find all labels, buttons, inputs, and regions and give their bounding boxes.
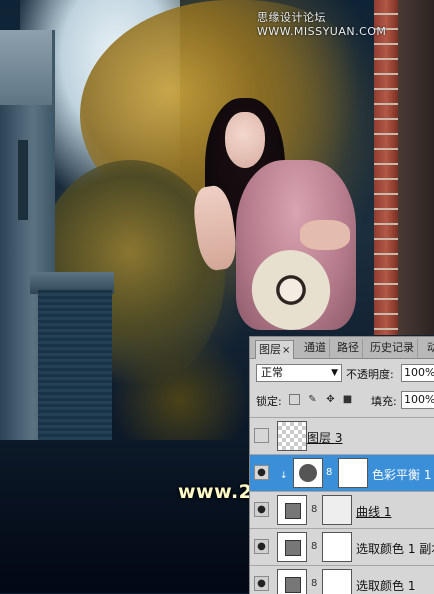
blend-opacity-row: 正常 ▼ 不透明度: 100%: [250, 361, 434, 385]
tab-actions[interactable]: 动: [424, 339, 434, 358]
blend-mode-select[interactable]: 正常 ▼: [256, 364, 342, 382]
layer-row[interactable]: ● 8 曲线 1: [250, 491, 434, 528]
tab-history[interactable]: 历史记录: [367, 339, 418, 358]
selective-color-icon: [285, 577, 301, 593]
tab-paths-label: 路径: [337, 341, 359, 354]
tab-actions-label: 动: [427, 341, 434, 354]
layer-row[interactable]: ● 8 选取颜色 1 副本: [250, 528, 434, 565]
tab-paths[interactable]: 路径: [334, 339, 363, 358]
layer-name: 选取颜色 1 副本: [356, 542, 434, 556]
eye-icon[interactable]: ●: [254, 576, 269, 591]
layer-row[interactable]: 图层 3: [250, 417, 434, 454]
selective-color-thumbnail: [277, 532, 307, 562]
lock-transparent-icon[interactable]: [289, 394, 300, 405]
layer-name: 图层 3: [307, 431, 343, 445]
layer-name: 曲线 1: [356, 505, 392, 519]
curves-thumbnail: [277, 495, 307, 525]
layer-row-selected[interactable]: ● ↓ 8 色彩平衡 1: [250, 454, 434, 491]
layer-name: 色彩平衡 1: [372, 468, 432, 482]
opacity-input[interactable]: 100%: [401, 364, 434, 382]
lock-move-icon[interactable]: ✥: [325, 394, 336, 405]
tab-channels-label: 通道: [304, 341, 326, 354]
building-roof: [0, 30, 52, 105]
fill-input[interactable]: 100%: [401, 391, 434, 409]
tab-layers[interactable]: 图层×: [255, 340, 295, 359]
clip-arrow-icon: ↓: [280, 471, 288, 481]
balance-icon: [299, 464, 317, 482]
blend-mode-value: 正常: [261, 366, 283, 379]
girl-arm-right: [300, 220, 350, 250]
layer-thumbnail: [277, 421, 307, 451]
chevron-down-icon: ▼: [331, 368, 338, 378]
building-window: [18, 140, 28, 220]
panel-tabbar: 图层× 通道 路径 历史记录 动: [250, 337, 434, 359]
lock-fill-row: 锁定: ✎ ✥ ■ 填充: 100%: [250, 389, 434, 411]
layer-mask-thumbnail: [338, 458, 368, 488]
visibility-toggle[interactable]: [254, 428, 269, 443]
eye-icon[interactable]: ●: [254, 502, 269, 517]
selective-color-icon: [285, 540, 301, 556]
opacity-label: 不透明度:: [346, 368, 394, 381]
close-icon[interactable]: ×: [282, 345, 290, 356]
wall-shadow: [398, 0, 434, 335]
girl-face: [225, 112, 265, 168]
selective-color-thumbnail: [277, 569, 307, 594]
layer-name: 选取颜色 1: [356, 579, 416, 593]
garage-door: [38, 290, 112, 455]
brick-pillar: [374, 0, 398, 335]
eye-icon[interactable]: ●: [254, 539, 269, 554]
link-icon[interactable]: 8: [311, 541, 317, 552]
lock-brush-icon[interactable]: ✎: [307, 394, 318, 405]
link-icon[interactable]: 8: [311, 578, 317, 589]
link-icon[interactable]: 8: [311, 504, 317, 515]
layer-mask-thumbnail: [322, 495, 352, 525]
layer-mask-thumbnail: [322, 532, 352, 562]
eye-icon[interactable]: ●: [254, 465, 269, 480]
tab-channels[interactable]: 通道: [301, 339, 330, 358]
layer-mask-thumbnail: [322, 569, 352, 594]
tab-layers-label: 图层: [259, 343, 281, 356]
fill-label: 填充:: [371, 395, 397, 408]
watermark-top: 思缘设计论坛 WWW.MISSYUAN.COM: [257, 11, 387, 38]
curves-icon: [285, 503, 301, 519]
adjustment-thumbnail: [293, 458, 323, 488]
lock-label: 锁定:: [256, 395, 282, 408]
link-icon[interactable]: 8: [326, 467, 332, 478]
layer-row[interactable]: ● 8 选取颜色 1: [250, 565, 434, 594]
layers-panel: 图层× 通道 路径 历史记录 动 正常 ▼ 不透明度: 100% 锁定: ✎ ✥…: [249, 336, 434, 594]
lock-all-icon[interactable]: ■: [342, 394, 353, 405]
tab-history-label: 历史记录: [370, 341, 414, 354]
